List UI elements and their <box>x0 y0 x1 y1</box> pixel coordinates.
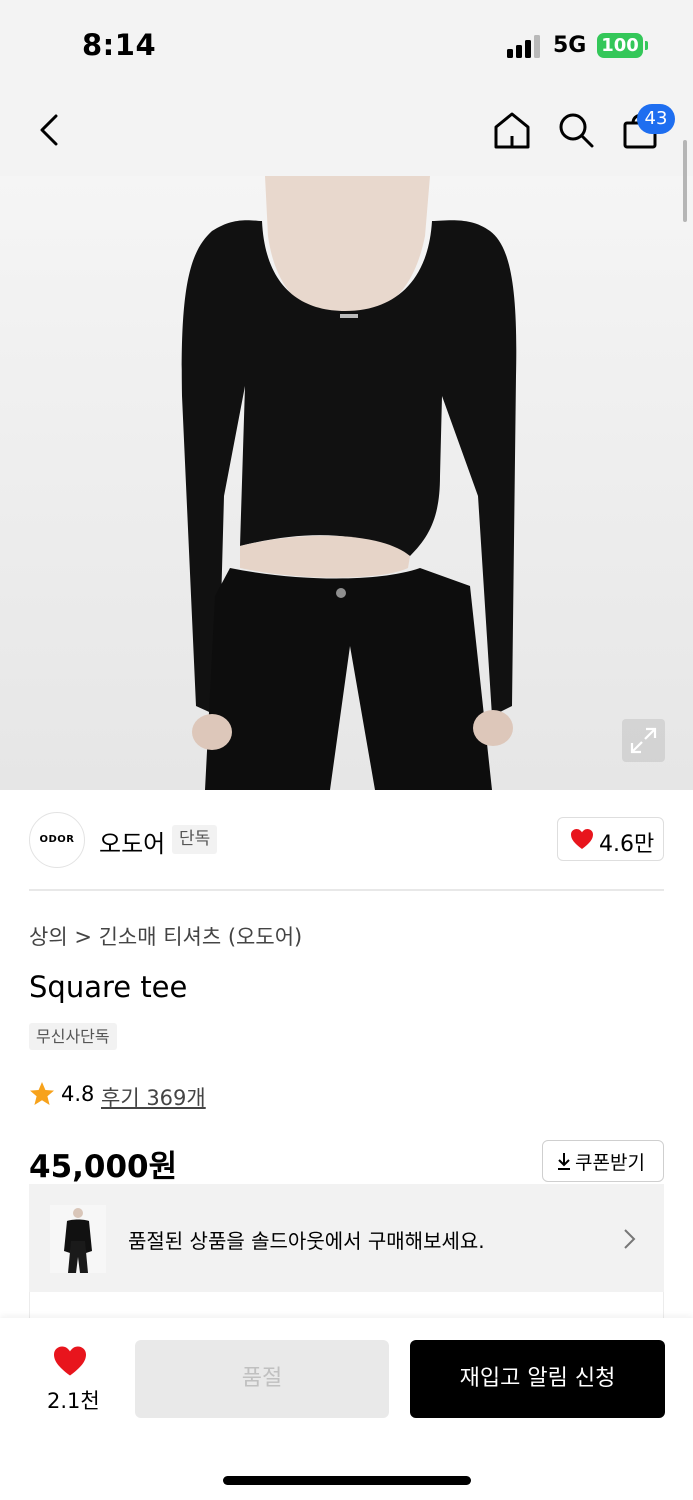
home-indicator <box>223 1476 471 1485</box>
soldout-button: 품절 <box>135 1340 389 1418</box>
breadcrumb[interactable]: 상의 > 긴소매 티셔츠 (오도어) <box>29 921 302 951</box>
exclusive-tag: 무신사단독 <box>29 1023 117 1050</box>
star-icon <box>30 1082 54 1105</box>
search-icon[interactable] <box>556 110 596 150</box>
battery-tip <box>645 41 648 50</box>
price: 45,000원 <box>29 1149 178 1185</box>
scrollbar-thumb[interactable] <box>683 140 687 222</box>
signal-icon <box>507 35 540 58</box>
back-icon[interactable] <box>36 112 64 148</box>
wishlist-heart-icon[interactable] <box>52 1345 88 1377</box>
soldout-thumbnail <box>50 1205 106 1273</box>
network-label: 5G <box>553 33 587 58</box>
brand-like-count: 4.6만 <box>599 832 655 857</box>
download-icon <box>558 1153 570 1170</box>
brand-name[interactable]: 오도어 <box>99 824 165 859</box>
expand-image-button[interactable] <box>622 719 665 762</box>
product-image[interactable] <box>0 176 693 790</box>
model-photo <box>181 176 517 790</box>
expand-icon <box>630 727 657 754</box>
battery-icon: 100 <box>597 33 643 58</box>
restock-alert-button[interactable]: 재입고 알림 신청 <box>410 1340 665 1418</box>
review-count-link[interactable]: 후기 369개 <box>101 1082 206 1112</box>
home-icon[interactable] <box>492 110 532 150</box>
status-time: 8:14 <box>82 28 157 62</box>
wishlist-count: 2.1천 <box>47 1389 100 1413</box>
brand-exclusive-tag: 단독 <box>172 825 218 854</box>
brand-logo[interactable]: ODOR <box>29 812 85 868</box>
divider <box>29 889 664 891</box>
heart-icon <box>571 829 593 849</box>
chevron-right-icon <box>624 1229 636 1249</box>
cart-count-badge: 43 <box>637 104 675 134</box>
soldout-banner-text: 품절된 상품을 솔드아웃에서 구매해보세요. <box>128 1229 485 1253</box>
coupon-label: 쿠폰받기 <box>575 1152 645 1174</box>
product-title: Square tee <box>29 970 188 1004</box>
rating-value: 4.8 <box>61 1082 95 1106</box>
